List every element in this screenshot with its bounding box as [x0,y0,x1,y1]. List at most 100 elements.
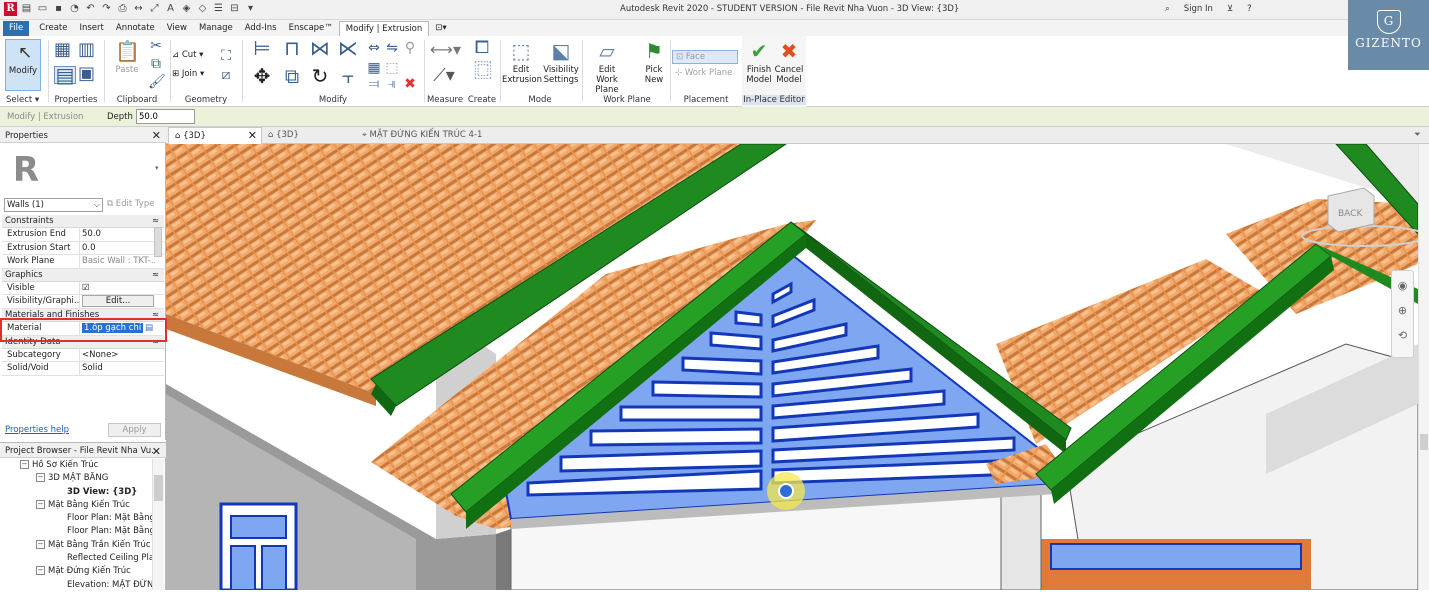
sign-in-button[interactable]: Sign In [1184,4,1213,14]
tab-enscape[interactable]: Enscape™ [283,21,339,36]
tab-file[interactable]: File [3,21,30,36]
property-value[interactable]: <None> [79,348,155,362]
pick-new-button[interactable]: ⚑ Pick New [638,39,670,85]
sync-icon[interactable]: ◔ [68,2,81,16]
category-graphics[interactable]: Graphics ≈ [2,268,164,282]
close-icon[interactable]: ✕ [152,129,161,142]
edit-extrusion-button[interactable]: ⬚ Edit Extrusion [502,39,542,85]
viewport-scrollbar[interactable] [1418,144,1429,590]
select-dropdown[interactable]: Select ▾ [0,95,48,105]
dimension-icon[interactable]: ⤢ [148,2,161,16]
split-face-icon[interactable]: ⧄ [218,67,234,83]
3d-viewport[interactable]: BACK [166,144,1418,590]
building-3d-model[interactable]: BACK [166,144,1418,590]
category-materials[interactable]: Materials and Finishes ≈ [2,308,164,323]
view-icon[interactable]: ◈ [180,2,193,16]
type-dropdown-icon[interactable]: ▾ [155,164,159,172]
text-icon[interactable]: A [164,2,177,16]
tree-item[interactable]: −3D MẶT BẰNG [0,472,166,485]
navigation-bar[interactable]: ◉ ⊕ ⟲ [1391,270,1414,358]
open-icon[interactable]: ▤ [20,2,33,16]
collapse-toggle-icon[interactable]: − [36,473,45,483]
scale-icon[interactable]: ⬚ [384,60,400,76]
properties-icon[interactable]: ▤ [54,65,76,85]
align-icon[interactable]: ⊨ [250,38,274,58]
collapse-toggle-icon[interactable]: − [36,566,45,576]
dimension-tool-icon[interactable]: ⟋▾ [430,67,458,85]
browser-scrollbar[interactable] [152,459,164,590]
family-category-icon[interactable]: ▣ [78,65,95,83]
view-tab-3d[interactable]: ⌂ {3D} [262,127,352,144]
family-types-icon[interactable]: ▥ [78,41,95,59]
cart-icon[interactable]: ⊻ [1227,4,1233,14]
thin-lines-icon[interactable]: ☰ [212,2,225,16]
category-constraints[interactable]: Constraints ≈ [2,215,164,229]
tree-item[interactable]: − Mặt Bằng Kiến Trúc [0,499,166,512]
save-icon[interactable]: ▪ [52,2,65,16]
print-icon[interactable]: ⎙ [116,2,129,16]
trim-single-icon[interactable]: ⫤ [366,76,382,92]
measure-icon[interactable]: ↔ [132,2,145,16]
type-properties-icon[interactable]: ▦ [54,41,71,59]
properties-scrollbar[interactable] [154,227,162,257]
property-value[interactable]: 1.ốp gạch chỉ ▤ [79,322,155,336]
tab-panel-toggle[interactable]: ⊡▾ [429,21,452,36]
mirror-draw-icon[interactable]: ⋉ [336,38,360,58]
measure-distance-icon[interactable]: ⟷▾ [430,42,461,58]
create-similar-icon[interactable]: ⧠ [474,39,490,57]
tab-manage[interactable]: Manage [193,21,239,36]
category-identity[interactable]: Identity Data ≈ [2,335,164,349]
tab-create[interactable]: Create [33,21,73,36]
close-icon[interactable]: ✕ [152,445,161,458]
collapse-toggle-icon[interactable]: − [20,460,29,469]
visibility-edit-button[interactable]: Edit... [82,295,154,308]
close-icon[interactable]: ✕ [248,128,257,144]
property-value[interactable]: 0.0 [79,241,155,255]
visible-checkbox[interactable]: ☑ [79,281,155,295]
cancel-model-button[interactable]: ✖ Cancel Model [774,39,804,85]
finish-model-button[interactable]: ✔ Finish Model [744,39,774,85]
view-tab-elevation[interactable]: ⌖ MẶT ĐỨNG KIẾN TRÚC 4-1 [356,127,536,144]
tab-overflow-icon[interactable]: ⏷ [1414,127,1428,144]
binoculars-icon[interactable]: ⌕ [1165,4,1170,14]
edit-work-plane-button[interactable]: ▱ Edit Work Plane [584,39,630,95]
copy-element-icon[interactable]: ⧉ [280,66,304,86]
scrollbar-thumb[interactable] [1420,434,1428,450]
apply-button[interactable]: Apply [108,423,161,437]
modify-button[interactable]: ↖ Modify [5,39,41,91]
paste-button[interactable]: 📋 Paste [112,39,142,75]
cut-geometry-button[interactable]: ⊿ Cut ▾ [172,50,203,60]
collapse-toggle-icon[interactable]: − [36,539,45,549]
material-browse-icon[interactable]: ▤ [145,322,153,334]
tab-annotate[interactable]: Annotate [110,21,161,36]
folder-open-icon[interactable]: ▭ [36,2,49,16]
tree-item[interactable]: Floor Plan: Mặt Bằng [0,525,166,538]
material-value[interactable]: 1.ốp gạch chỉ [82,323,144,334]
orbit-icon[interactable]: ⟲ [1392,329,1413,342]
tree-item[interactable]: − Mặt Bằng Trần Kiến Trúc [0,539,166,552]
tree-item[interactable]: Reflected Ceiling Plan [0,552,166,565]
customize-qat-icon[interactable]: ▾ [244,2,257,16]
split-gap-icon[interactable]: ⇋ [384,40,400,56]
place-on-face-button[interactable]: ⊡ Face [672,50,738,64]
tab-add-ins[interactable]: Add-Ins [239,21,283,36]
steering-wheel-icon[interactable]: ◉ [1392,279,1413,292]
trim-multiple-icon[interactable]: ⫣ [384,76,400,92]
tree-item[interactable]: Floor Plan: Mặt Bằng [0,512,166,525]
tab-modify-extrusion[interactable]: Modify | Extrusion [338,21,430,36]
tab-insert[interactable]: Insert [73,21,109,36]
section-icon[interactable]: ◇ [196,2,209,16]
scrollbar-thumb[interactable] [154,475,163,501]
tree-item-active-view[interactable]: 3D View: {3D} [0,486,166,499]
view-tab-3d-active[interactable]: ⌂ {3D} ✕ [168,127,262,144]
revit-app-icon[interactable]: R [4,2,17,16]
collapse-toggle-icon[interactable]: − [36,499,45,509]
undo-icon[interactable]: ↶ [84,2,97,16]
mirror-axis-icon[interactable]: ⋈ [308,38,332,58]
property-value[interactable]: Solid [79,362,155,376]
split-icon[interactable]: ⇔ [366,40,382,56]
edit-type-button[interactable]: ⧉ Edit Type [107,199,154,209]
properties-help-link[interactable]: Properties help [5,425,69,435]
offset-icon[interactable]: ⊓ [280,38,304,58]
rotate-icon[interactable]: ↻ [308,66,332,86]
